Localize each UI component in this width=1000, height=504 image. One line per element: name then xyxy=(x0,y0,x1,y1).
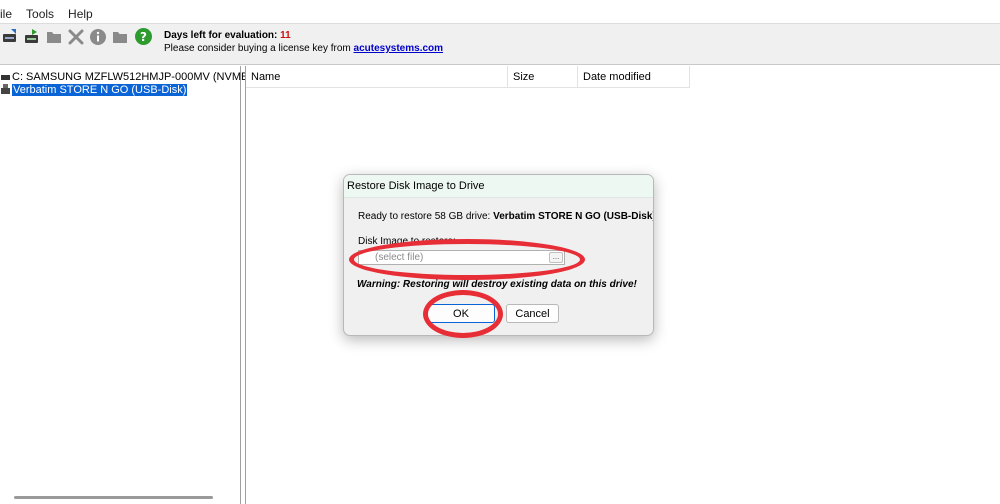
menu-file[interactable]: ile xyxy=(0,7,16,21)
backup-drive-icon[interactable] xyxy=(0,27,19,46)
help-icon[interactable]: ? xyxy=(134,27,153,46)
ready-message: Ready to restore 58 GB drive: Verbatim S… xyxy=(358,211,654,222)
toolbar: ? Days left for evaluation: 11 Please co… xyxy=(0,23,1000,65)
horizontal-scrollbar[interactable] xyxy=(14,496,213,499)
app-window: ile Tools Help ? Days left for evaluatio… xyxy=(0,0,1000,504)
menu-tools[interactable]: Tools xyxy=(22,7,58,21)
ready-prefix: Ready to restore 58 GB drive: xyxy=(358,211,494,222)
info-icon[interactable] xyxy=(88,27,107,46)
drive-icon xyxy=(0,71,10,83)
column-header-size[interactable]: Size xyxy=(508,66,578,88)
tree-item-label: C: SAMSUNG MZFLW512HMJP-000MV (NVME-Di xyxy=(12,70,263,83)
disk-image-label: Disk Image to restore: xyxy=(358,236,456,247)
license-line: Please consider buying a license key fro… xyxy=(164,42,443,55)
drive-tree: C: SAMSUNG MZFLW512HMJP-000MV (NVME-Di V… xyxy=(0,66,262,504)
open-folder-icon[interactable] xyxy=(110,27,129,46)
evaluation-line: Days left for evaluation: 11 xyxy=(164,29,443,42)
menu-help[interactable]: Help xyxy=(64,7,97,21)
browse-button[interactable]: ... xyxy=(549,252,563,263)
delete-icon[interactable] xyxy=(66,27,85,46)
column-header-date-modified[interactable]: Date modified xyxy=(578,66,690,88)
warning-message: Warning: Restoring will destroy existing… xyxy=(357,279,637,290)
evaluation-notice: Days left for evaluation: 11 Please cons… xyxy=(164,29,443,55)
license-link[interactable]: acutesystems.com xyxy=(354,43,444,54)
evaluation-days: 11 xyxy=(280,30,291,41)
svg-text:?: ? xyxy=(140,30,147,44)
usb-drive-icon xyxy=(0,84,10,96)
restore-drive-icon[interactable] xyxy=(22,27,41,46)
cancel-button[interactable]: Cancel xyxy=(506,304,559,323)
target-drive-name: Verbatim STORE N GO (USB-Disk) xyxy=(493,211,654,222)
dialog-title: Restore Disk Image to Drive xyxy=(344,175,653,198)
tree-item-usb-drive[interactable]: Verbatim STORE N GO (USB-Disk) xyxy=(0,82,188,97)
ok-button[interactable]: OK xyxy=(427,304,495,323)
license-text: Please consider buying a license key fro… xyxy=(164,43,354,54)
disk-image-file-field[interactable]: (select file) xyxy=(358,250,565,265)
evaluation-label: Days left for evaluation: xyxy=(164,30,281,41)
folder-icon[interactable] xyxy=(44,27,63,46)
restore-dialog: Restore Disk Image to Drive Ready to res… xyxy=(343,174,654,336)
menu-bar: ile Tools Help xyxy=(0,5,1000,23)
tree-item-label: Verbatim STORE N GO (USB-Disk) xyxy=(12,83,188,96)
column-header-name[interactable]: Name xyxy=(246,66,508,88)
